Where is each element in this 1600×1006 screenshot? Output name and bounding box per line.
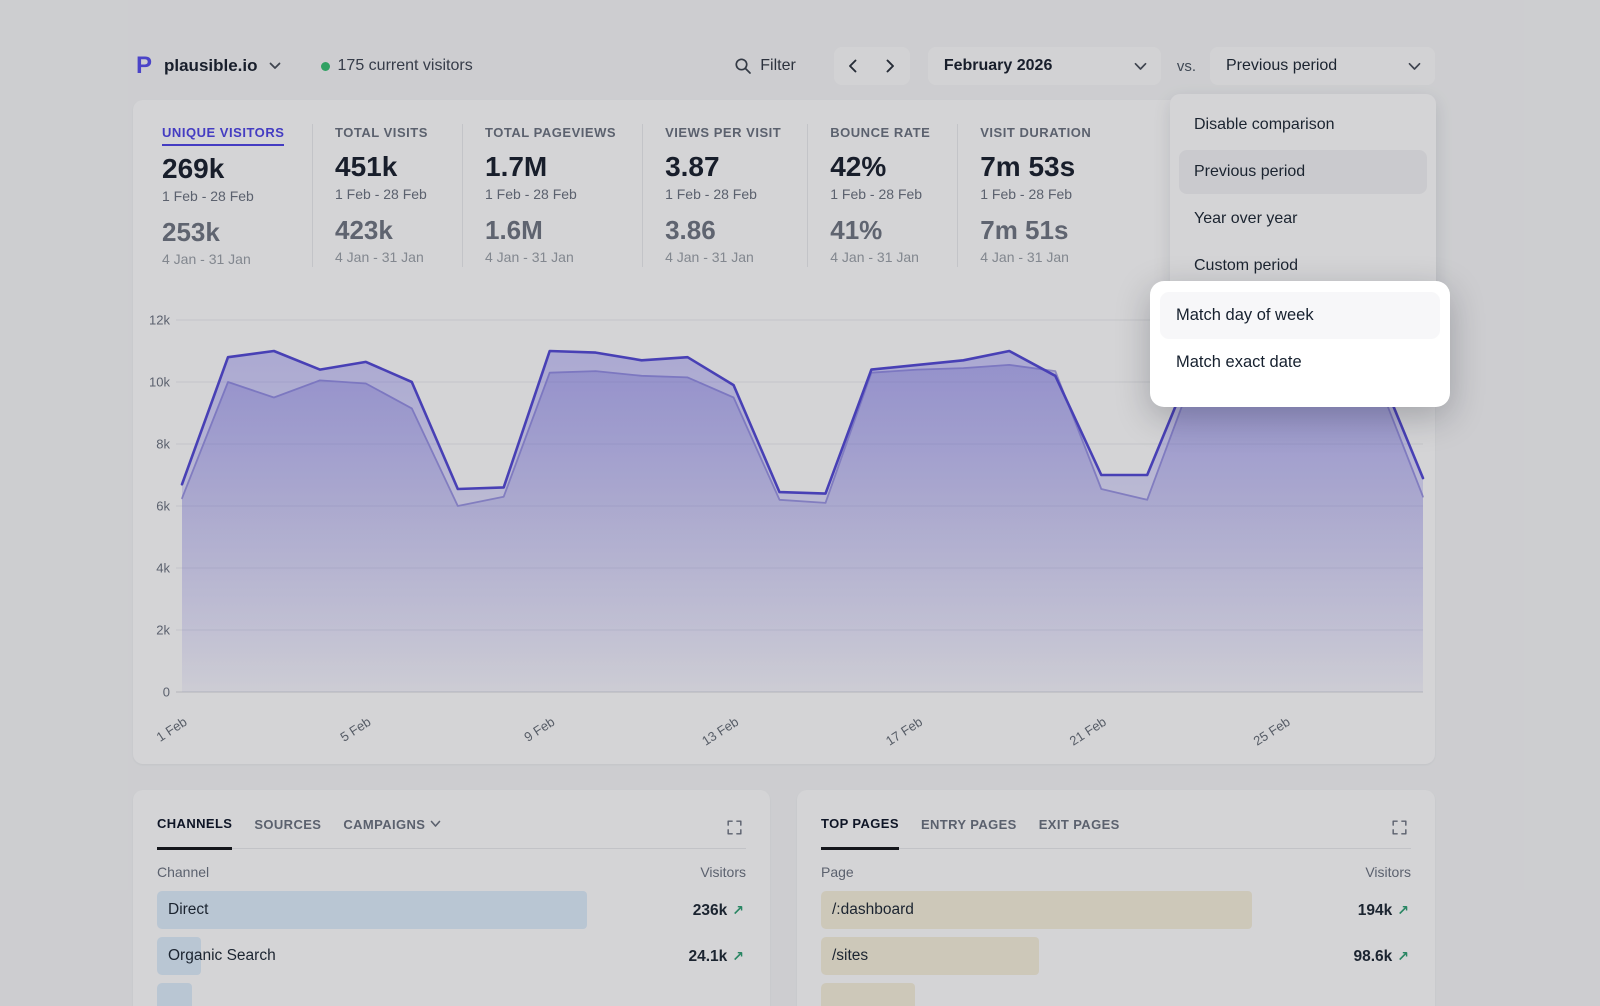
dim-overlay <box>0 0 1600 1006</box>
popover-item-match-exact-date[interactable]: Match exact date <box>1160 339 1440 386</box>
popover-item-match-day-of-week[interactable]: Match day of week <box>1160 292 1440 339</box>
comparison-match-popover: Match day of weekMatch exact date <box>1150 281 1450 407</box>
